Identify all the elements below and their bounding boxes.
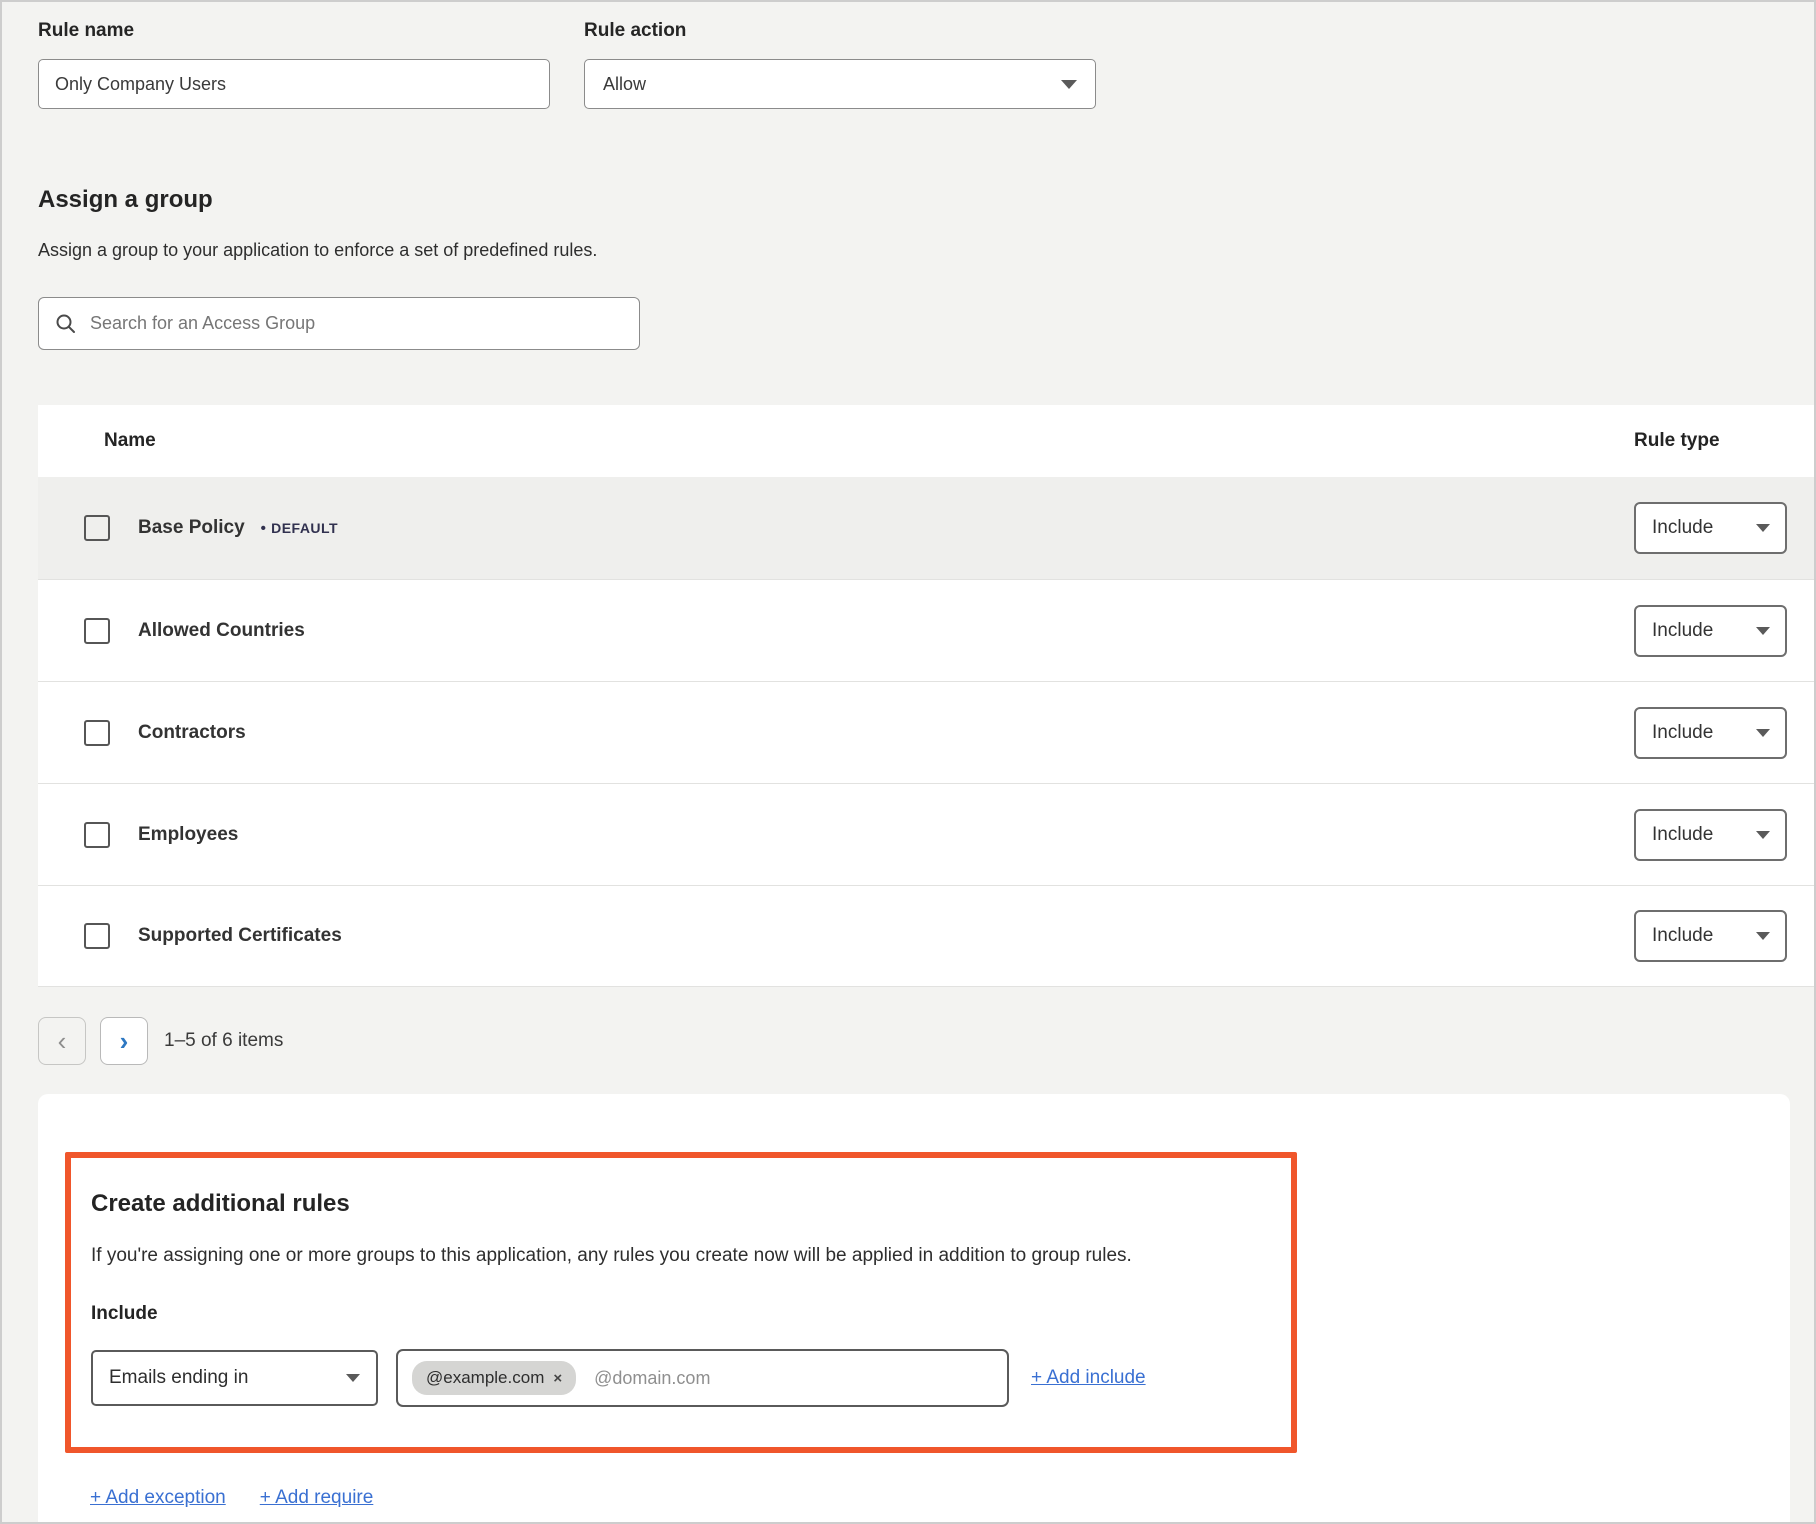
rule-type-dropdown[interactable]: Include [1634,707,1787,759]
rule-action-select[interactable]: Allow [584,59,1096,109]
chevron-down-icon [1756,729,1770,737]
rule-type-value: Include [1652,517,1713,539]
rule-name-label: Rule name [38,20,550,42]
table-row: Supported Certificates Include [38,885,1814,987]
rule-type-dropdown[interactable]: Include [1634,809,1787,861]
chevron-down-icon [1756,831,1770,839]
default-badge: DEFAULT [261,520,338,537]
row-label: Base Policy [138,517,245,539]
rule-name-input[interactable] [38,59,550,109]
add-include-link[interactable]: + Add include [1031,1367,1146,1389]
chevron-down-icon [1061,80,1077,89]
chevron-left-icon: ‹ [58,1028,67,1054]
table-row: Allowed Countries Include [38,579,1814,681]
previous-page-button[interactable]: ‹ [38,1017,86,1065]
email-domain-chip: @example.com × [412,1361,576,1395]
email-domain-tag-input[interactable]: @example.com × [396,1349,1009,1407]
assign-group-title: Assign a group [38,186,1814,214]
chevron-right-icon: › [120,1028,129,1054]
access-group-search[interactable] [38,297,640,350]
include-section-label: Include [91,1303,1267,1325]
row-label: Employees [138,824,238,846]
column-header-name: Name [38,430,1634,452]
pagination-label: 1–5 of 6 items [164,1030,283,1052]
include-rule-row: Emails ending in @example.com × + Add in… [91,1349,1267,1407]
table-row: Contractors Include [38,681,1814,783]
chevron-down-icon [346,1374,360,1382]
rule-action-field: Rule action Allow [584,20,1096,109]
row-checkbox[interactable] [84,618,110,644]
rule-configuration-page: Rule name Rule action Allow Assign a gro… [0,0,1816,1524]
chip-label: @example.com [426,1368,544,1388]
rule-type-dropdown[interactable]: Include [1634,910,1787,962]
create-additional-rules-title: Create additional rules [91,1190,1267,1218]
rule-action-label: Rule action [584,20,1096,42]
row-checkbox[interactable] [84,923,110,949]
access-groups-table: Name Rule type Base Policy DEFAULT Inclu… [38,405,1814,987]
create-additional-rules-highlight: Create additional rules If you're assign… [65,1152,1297,1453]
rule-form-row: Rule name Rule action Allow [2,2,1814,109]
row-checkbox[interactable] [84,720,110,746]
row-checkbox[interactable] [84,515,110,541]
add-exception-link[interactable]: + Add exception [90,1487,226,1509]
rule-selector-dropdown[interactable]: Emails ending in [91,1350,378,1406]
rule-action-value: Allow [603,74,646,95]
chevron-down-icon [1756,627,1770,635]
row-label: Contractors [138,722,246,744]
footer-links: + Add exception + Add require [90,1487,1790,1509]
table-body: Base Policy DEFAULT Include Allowed Coun… [38,477,1814,987]
domain-input[interactable] [594,1368,993,1389]
table-row: Employees Include [38,783,1814,885]
chevron-down-icon [1756,524,1770,532]
chevron-down-icon [1756,932,1770,940]
assign-group-description: Assign a group to your application to en… [38,240,1814,261]
search-icon [55,313,76,334]
rule-selector-value: Emails ending in [109,1367,248,1389]
table-row: Base Policy DEFAULT Include [38,477,1814,579]
row-checkbox[interactable] [84,822,110,848]
rule-type-value: Include [1652,620,1713,642]
rule-name-field: Rule name [38,20,550,109]
next-page-button[interactable]: › [100,1017,148,1065]
rule-type-dropdown[interactable]: Include [1634,502,1787,554]
search-input[interactable] [90,313,623,334]
row-label: Allowed Countries [138,620,305,642]
create-additional-rules-description: If you're assigning one or more groups t… [91,1245,1267,1267]
pagination: ‹ › 1–5 of 6 items [38,1017,1814,1065]
rule-type-value: Include [1652,824,1713,846]
rule-type-value: Include [1652,722,1713,744]
remove-chip-icon[interactable]: × [553,1370,562,1387]
rule-type-value: Include [1652,925,1713,947]
table-header: Name Rule type [38,405,1814,477]
row-label: Supported Certificates [138,925,342,947]
add-require-link[interactable]: + Add require [260,1487,374,1509]
additional-rules-card: Create additional rules If you're assign… [38,1094,1790,1524]
rule-type-dropdown[interactable]: Include [1634,605,1787,657]
column-header-rule-type: Rule type [1634,430,1814,452]
